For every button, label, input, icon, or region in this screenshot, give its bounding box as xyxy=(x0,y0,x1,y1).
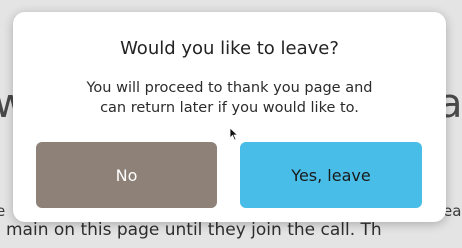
dialog-message-line-2: can return later if you would like to. xyxy=(100,100,359,116)
dialog-message: You will proceed to thank you page and c… xyxy=(33,78,426,118)
mouse-pointer-icon xyxy=(229,127,239,141)
background-body-text: main on this page until they join the ca… xyxy=(6,220,382,240)
leave-confirmation-dialog: Would you like to leave? You will procee… xyxy=(13,12,446,222)
no-button-label: No xyxy=(115,165,138,185)
no-button[interactable]: No xyxy=(36,142,217,208)
background-text-left: e xyxy=(0,202,6,220)
dialog-title: Would you like to leave? xyxy=(120,38,339,59)
yes-leave-button[interactable]: Yes, leave xyxy=(240,142,422,208)
dialog-message-line-1: You will proceed to thank you page and xyxy=(86,80,373,96)
yes-leave-button-label: Yes, leave xyxy=(291,165,371,185)
